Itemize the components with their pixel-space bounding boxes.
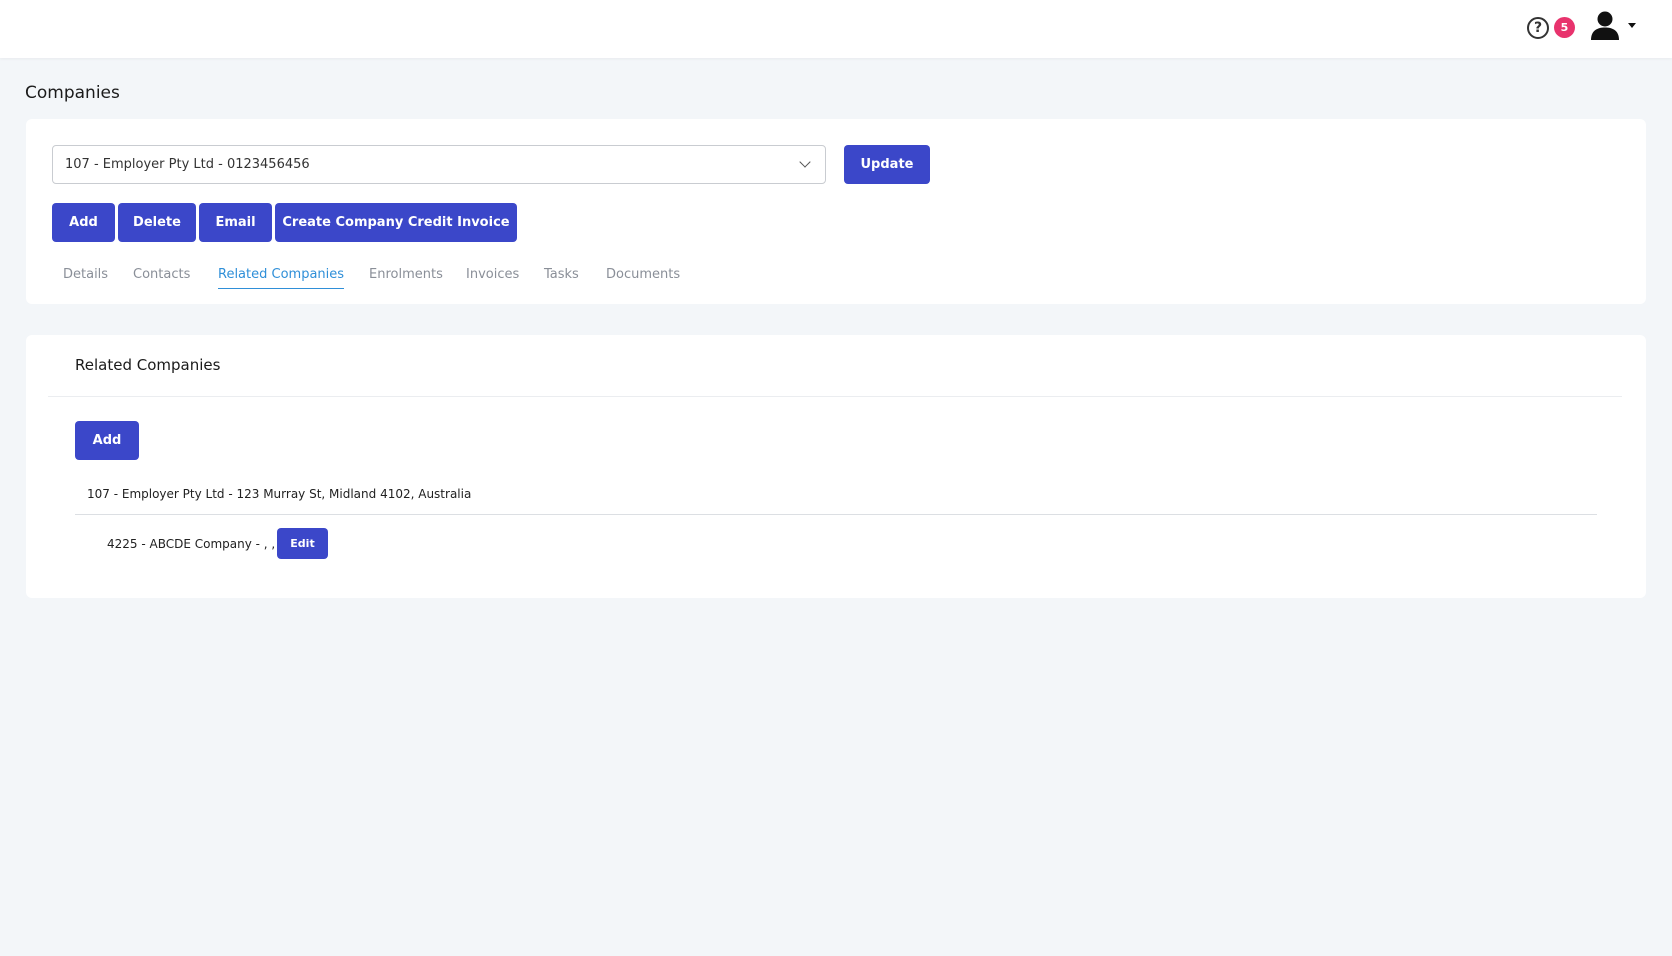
tab-documents[interactable]: Documents (606, 267, 680, 288)
add-company-button[interactable]: Add (52, 203, 115, 242)
user-menu[interactable] (1588, 10, 1636, 46)
tab-enrolments[interactable]: Enrolments (369, 267, 443, 288)
edit-related-company-button[interactable]: Edit (277, 528, 328, 559)
email-button[interactable]: Email (199, 203, 272, 242)
tab-related-companies[interactable]: Related Companies (218, 267, 345, 289)
tab-invoices[interactable]: Invoices (466, 267, 519, 288)
section-divider (48, 396, 1622, 397)
related-companies-card: Related Companies Add 107 - Employer Pty… (26, 335, 1646, 598)
caret-down-icon (1628, 23, 1636, 28)
company-select-value: 107 - Employer Pty Ltd - 0123456456 (65, 157, 310, 172)
update-button[interactable]: Update (844, 145, 930, 184)
related-company-item: 4225 - ABCDE Company - , , (107, 537, 276, 551)
company-card: 107 - Employer Pty Ltd - 0123456456 Upda… (26, 119, 1646, 304)
tab-details[interactable]: Details (63, 267, 108, 288)
create-credit-invoice-button[interactable]: Create Company Credit Invoice (275, 203, 517, 242)
parent-company: 107 - Employer Pty Ltd - 123 Murray St, … (87, 487, 472, 501)
add-related-company-button[interactable]: Add (75, 421, 139, 460)
notification-badge[interactable]: 5 (1554, 17, 1575, 38)
tab-contacts[interactable]: Contacts (133, 267, 190, 288)
tab-tasks[interactable]: Tasks (544, 267, 579, 288)
row-divider (75, 514, 1597, 515)
section-title: Related Companies (75, 356, 221, 374)
chevron-down-icon (799, 156, 811, 168)
company-select[interactable]: 107 - Employer Pty Ltd - 0123456456 (52, 145, 826, 184)
help-icon[interactable]: ? (1527, 17, 1549, 39)
delete-company-button[interactable]: Delete (118, 203, 196, 242)
page-title: Companies (25, 83, 120, 103)
top-navbar: ? 5 (0, 0, 1672, 58)
user-icon (1591, 11, 1619, 40)
